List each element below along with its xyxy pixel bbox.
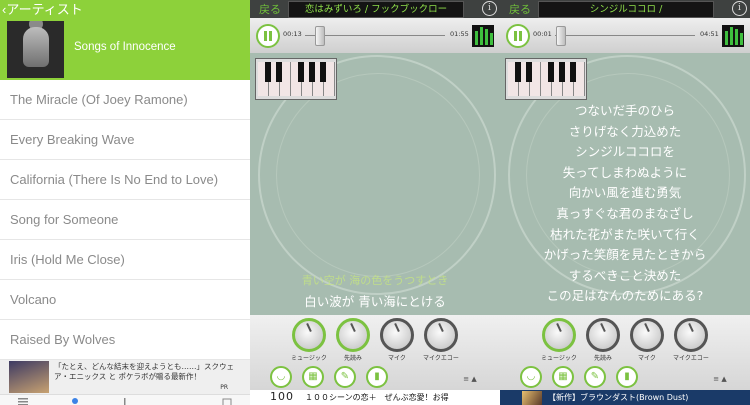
dial-label: マイクエコー [673,355,709,362]
song-item[interactable]: Volcano [0,280,250,320]
piano-icon[interactable] [255,58,337,100]
info-icon[interactable]: i [732,1,747,16]
music-library-panel: ‹アーティスト Songs of Innocence The Miracle (… [0,0,250,405]
song-title: シンジルココロ / [538,1,714,18]
time-elapsed: 00:13 [283,30,302,38]
song-item[interactable]: Raised By Wolves [0,320,250,360]
dial-label: マイクエコー [423,355,459,362]
seek-track[interactable] [305,35,445,36]
pause-icon[interactable] [256,24,280,48]
playlist-icon[interactable] [222,398,232,405]
song-item[interactable]: Song for Someone [0,200,250,240]
ad-text: 【新作】ブラウンダスト(Brown Dust) [548,393,689,402]
time-elapsed: 00:01 [533,30,552,38]
lyrics-stage: つないだ手のひら さりげなく力込めた シンジルココロを 失ってしまわぬように 向… [500,53,750,315]
album-header[interactable]: Songs of Innocence [0,18,250,80]
music-volume-dial[interactable] [292,318,326,352]
dial-label: ミュージック [291,355,327,362]
preread-dial[interactable] [586,318,620,352]
dial-label: マイク [388,355,406,362]
back-button[interactable]: ‹アーティスト [2,0,83,18]
lyric-line: 枯れた花がまた咲いて行く [550,226,700,242]
lyrics-stage: 青い空が 海の色をうつすとき 白い波が 青い海にとける [250,53,500,315]
seek-track[interactable] [555,35,695,36]
dial-label: マイク [638,355,656,362]
dial-label: ミュージック [541,355,577,362]
pause-icon[interactable] [506,24,530,48]
lyric-line: 白い波が 青い海にとける [304,294,446,309]
song-title: 恋はみずいろ / フックブックロー [288,1,464,18]
lyric-line: 向かい風を進む勇気 [568,185,682,201]
lyrics-block: つないだ手のひら さりげなく力込めた シンジルココロを 失ってしまわぬように 向… [500,101,750,307]
back-button[interactable]: 戻る [259,1,281,17]
dial-label: 先読み [593,355,612,362]
piano-icon[interactable] [505,58,587,100]
song-item[interactable]: The Miracle (Of Joey Ramone) [0,80,250,120]
song-item[interactable]: California (There Is No End to Love) [0,160,250,200]
score-icon[interactable]: ▦ [302,366,324,388]
ad-banner[interactable]: 100 １００シーンの恋＋ ぜんぶ恋愛！お得 [250,390,500,405]
playback-controls: 00:13 01:55 [250,18,500,53]
time-total: 01:55 [450,30,469,38]
mouth-icon[interactable]: ◡ [520,366,542,388]
karaoke-player-panel: 戻る 恋はみずいろ / フックブックロー i 00:13 01:55 青い空が … [250,0,500,405]
level-meter-icon [472,25,494,47]
lyric-line: つないだ手のひら [574,103,675,118]
player-header: 戻る 恋はみずいろ / フックブックロー i [250,0,500,18]
mic-icon[interactable]: ▮ [616,366,638,388]
music-note-icon[interactable] [120,398,130,405]
lyric-line: 真っすぐな君のまなざし [556,205,694,221]
lyric-line-faint: 青い空が 海の色をうつすとき [301,274,449,287]
ad-image [522,391,542,405]
seek-knob[interactable] [556,26,566,46]
ad-banner[interactable]: 「たとえ、どんな結末を迎えようとも……」スクウェア・エニックス と ポケラボが贈… [0,360,250,394]
music-volume-dial[interactable] [542,318,576,352]
ad-logo: 100 [270,390,294,403]
nav-bar: ‹アーティスト [0,0,250,18]
mic-dial[interactable] [380,318,414,352]
ad-pr-label: PR [220,384,228,391]
mic-echo-dial[interactable] [424,318,458,352]
info-icon[interactable]: i [482,1,497,16]
ad-banner[interactable]: 【新作】ブラウンダスト(Brown Dust) [500,390,750,405]
lyric-line: するべきこと決めた [568,267,682,283]
mixer-controls: ミュージック 先読み マイク マイクエコー ◡ ▦ ✎ ▮ ≡ ▲ [250,315,500,390]
tab-bar [0,394,250,405]
ad-text: １００シーンの恋＋ ぜんぶ恋愛！お得 [305,393,449,402]
mouth-icon[interactable]: ◡ [270,366,292,388]
eject-icon[interactable]: ≡ ▲ [445,375,495,385]
song-item[interactable]: Iris (Hold Me Close) [0,240,250,280]
level-meter-icon [722,25,744,47]
album-title: Songs of Innocence [74,41,176,53]
lyric-line: この足はなんのためにある? [546,288,704,304]
song-item[interactable]: Every Breaking Wave [0,120,250,160]
mic-icon[interactable]: ▮ [366,366,388,388]
dial-label: 先読み [343,355,362,362]
pencil-icon[interactable]: ✎ [334,366,356,388]
ad-text: 「たとえ、どんな結末を迎えようとも……」スクウェア・エニックス と ポケラボが贈… [54,362,234,381]
album-art [7,21,64,78]
playback-controls: 00:01 04:51 [500,18,750,53]
mixer-controls: ミュージック 先読み マイク マイクエコー ◡ ▦ ✎ ▮ ≡ ▲ [500,315,750,390]
player-header: 戻る シンジルココロ / i [500,0,750,18]
seek-knob[interactable] [315,26,325,46]
song-list: The Miracle (Of Joey Ramone) Every Break… [0,80,250,360]
karaoke-player-panel: 戻る シンジルココロ / i 00:01 04:51 つないだ手のひら さりげな… [500,0,750,405]
lyric-line: シンジルココロを [575,144,675,160]
back-button[interactable]: 戻る [509,1,531,17]
back-label: アーティスト [6,2,83,17]
time-total: 04:51 [700,30,719,38]
ad-image [9,361,49,393]
mic-echo-dial[interactable] [674,318,708,352]
eject-icon[interactable]: ≡ ▲ [695,375,745,385]
preread-dial[interactable] [336,318,370,352]
score-icon[interactable]: ▦ [552,366,574,388]
mic-dial[interactable] [630,318,664,352]
lyric-line: 失ってしまわぬように [562,164,688,180]
list-icon[interactable] [18,398,28,405]
artist-icon[interactable] [70,398,80,405]
pencil-icon[interactable]: ✎ [584,366,606,388]
lyric-line: さりげなく力込めた [568,123,682,139]
lyric-line: かげった笑顔を見たときから [543,247,707,263]
